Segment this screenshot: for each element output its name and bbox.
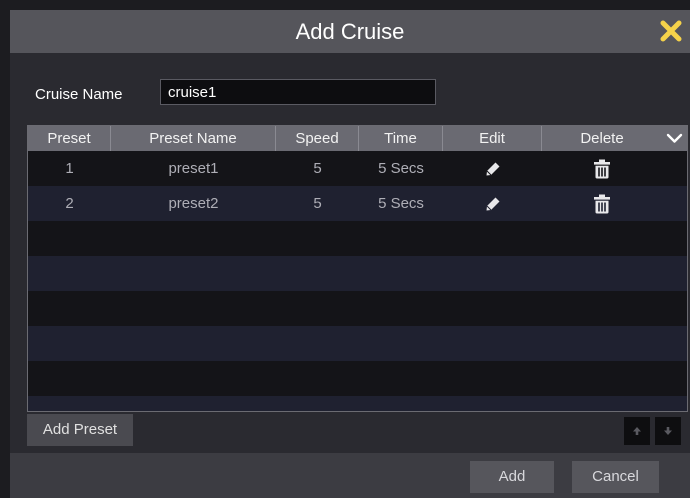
cell-preset: 2 (65, 195, 74, 212)
empty-row (28, 361, 687, 396)
cancel-button[interactable]: Cancel (572, 461, 659, 493)
empty-row (28, 326, 687, 361)
column-header-edit[interactable]: Edit (443, 126, 542, 151)
cell-speed: 5 (313, 160, 322, 177)
delete-button[interactable] (542, 151, 662, 186)
empty-row (28, 221, 687, 256)
chevron-down-icon (666, 133, 683, 143)
dialog-title: Add Cruise (295, 19, 405, 44)
add-cruise-dialog: Add Cruise Cruise Name Preset Preset Nam… (10, 10, 690, 498)
empty-row (28, 256, 687, 291)
delete-button[interactable] (542, 186, 662, 221)
column-header-delete[interactable]: Delete (542, 126, 662, 151)
arrow-up-icon (633, 427, 641, 435)
arrow-down-icon (664, 427, 672, 435)
dialog-body: Cruise Name Preset Preset Name Speed Tim… (10, 53, 690, 453)
cell-time: 5 Secs (378, 160, 424, 177)
table-header: Preset Preset Name Speed Time Edit Delet… (28, 126, 687, 151)
title-bar: Add Cruise (10, 10, 690, 53)
cell-preset: 1 (65, 160, 74, 177)
empty-row (28, 291, 687, 326)
cruise-name-input[interactable] (160, 79, 436, 105)
empty-row (28, 396, 687, 411)
add-button[interactable]: Add (470, 461, 554, 493)
close-button[interactable] (654, 14, 688, 48)
cruise-name-label: Cruise Name (35, 86, 123, 103)
column-toggle-button[interactable] (662, 126, 687, 151)
trash-icon (594, 159, 610, 178)
column-header-preset-name[interactable]: Preset Name (111, 126, 276, 151)
edit-button[interactable] (443, 186, 542, 221)
trash-icon (594, 194, 610, 213)
column-header-speed[interactable]: Speed (276, 126, 359, 151)
pencil-icon (486, 162, 499, 175)
move-down-button[interactable] (655, 417, 681, 445)
move-up-button[interactable] (624, 417, 650, 445)
table-row[interactable]: 2 preset2 5 5 Secs (28, 186, 687, 221)
column-header-preset[interactable]: Preset (28, 126, 111, 151)
column-header-time[interactable]: Time (359, 126, 443, 151)
cell-time: 5 Secs (378, 195, 424, 212)
pencil-icon (486, 197, 499, 210)
cell-preset-name: preset2 (168, 195, 219, 212)
cell-preset-name: preset1 (168, 160, 219, 177)
table-row[interactable]: 1 preset1 5 5 Secs (28, 151, 687, 186)
dialog-footer: Add Cancel (10, 453, 690, 498)
edit-button[interactable] (443, 151, 542, 186)
close-icon (660, 20, 682, 42)
preset-table: Preset Preset Name Speed Time Edit Delet… (27, 125, 688, 412)
cell-speed: 5 (313, 195, 322, 212)
add-preset-button[interactable]: Add Preset (27, 414, 133, 446)
